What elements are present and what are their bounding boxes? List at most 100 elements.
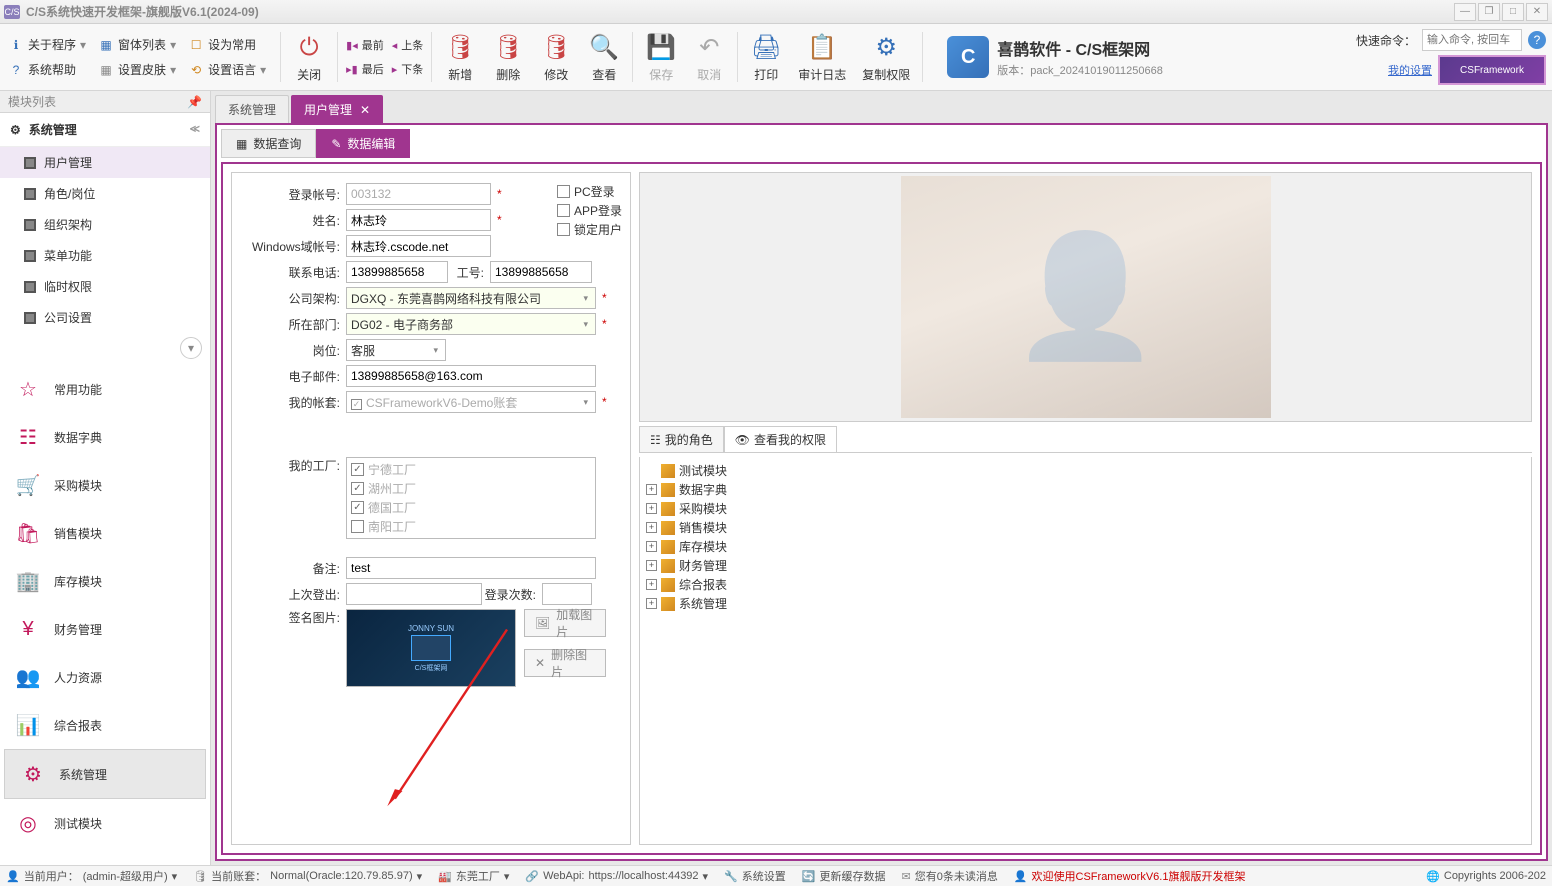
delete-image-button[interactable]: ✕删除图片 — [524, 649, 606, 677]
subtab-query[interactable]: ▦数据查询 — [221, 129, 316, 158]
expand-icon[interactable]: + — [646, 522, 657, 533]
delete-button[interactable]: 🛢删除 — [484, 30, 532, 85]
pos-select[interactable]: 客服▾ — [346, 339, 446, 361]
tab-user[interactable]: 用户管理✕ — [291, 95, 383, 123]
sidebar-big-2[interactable]: 🛒采购模块 — [0, 461, 210, 509]
language-button[interactable]: ⟲设置语言▾ — [186, 59, 268, 80]
cancel-button[interactable]: ↶取消 — [685, 30, 733, 85]
tab-view-perm[interactable]: 👁查看我的权限 — [724, 426, 837, 452]
factory-checkbox-2[interactable]: 德国工厂 — [349, 498, 593, 517]
sidebar-item-2[interactable]: 组织架构 — [0, 209, 210, 240]
login-id-input[interactable] — [346, 183, 491, 205]
lock-user-checkbox[interactable]: 锁定用户 — [557, 221, 622, 238]
tree-node-2[interactable]: +采购模块 — [644, 499, 1527, 518]
view-button[interactable]: 🔍查看 — [580, 30, 628, 85]
org-select[interactable]: DGXQ - 东莞喜鹊网络科技有限公司▾ — [346, 287, 596, 309]
factories-list[interactable]: 宁德工厂湖州工厂德国工厂南阳工厂 — [346, 457, 596, 539]
tree-node-4[interactable]: +库存模块 — [644, 537, 1527, 556]
pc-login-checkbox[interactable]: PC登录 — [557, 183, 622, 200]
sidebar-item-4[interactable]: 临时权限 — [0, 271, 210, 302]
expand-icon[interactable]: + — [646, 484, 657, 495]
close-tab-icon[interactable]: ✕ — [360, 103, 370, 117]
close-button[interactable]: ✕ — [1526, 3, 1548, 21]
sidebar-big-6[interactable]: 👥人力资源 — [0, 653, 210, 701]
status-user[interactable]: 👤当前用户：(admin-超级用户)▾ — [6, 868, 177, 884]
sidebar-big-5[interactable]: ¥财务管理 — [0, 605, 210, 653]
print-button[interactable]: 🖨打印 — [742, 30, 790, 85]
sidebar-section-system[interactable]: ⚙ 系统管理 ≪ — [0, 113, 210, 147]
remark-input[interactable] — [346, 557, 596, 579]
domain-input[interactable] — [346, 235, 491, 257]
sidebar-item-3[interactable]: 菜单功能 — [0, 240, 210, 271]
status-webapi[interactable]: 🔗WebApi:https://localhost:44392▾ — [525, 870, 708, 883]
sidebar-big-9[interactable]: ◎测试模块 — [0, 799, 210, 847]
factory-checkbox-1[interactable]: 湖州工厂 — [349, 479, 593, 498]
pin-icon[interactable]: 📌 — [187, 95, 202, 109]
expand-icon[interactable]: + — [646, 579, 657, 590]
skin-button[interactable]: ▦设置皮肤▾ — [96, 59, 178, 80]
sidebar-item-5[interactable]: 公司设置 — [0, 302, 210, 333]
copyperm-button[interactable]: ⚙复制权限 — [854, 30, 918, 85]
expand-icon[interactable]: + — [646, 598, 657, 609]
tree-node-5[interactable]: +财务管理 — [644, 556, 1527, 575]
tree-node-7[interactable]: +系统管理 — [644, 594, 1527, 613]
status-factory[interactable]: 🏭东莞工厂▾ — [438, 868, 509, 884]
close-action-button[interactable]: ⏻关闭 — [285, 30, 333, 85]
subtab-edit[interactable]: ✎数据编辑 — [316, 129, 410, 158]
sidebar-big-7[interactable]: 📊综合报表 — [0, 701, 210, 749]
add-button[interactable]: 🛢新增 — [436, 30, 484, 85]
sidebar-big-1[interactable]: ☷数据字典 — [0, 413, 210, 461]
prev-button[interactable]: ◂上条 — [392, 37, 424, 53]
name-input[interactable] — [346, 209, 491, 231]
maximize-button[interactable]: □ — [1502, 3, 1524, 21]
status-account[interactable]: 🛢当前账套：Normal(Oracle:120.79.85.97)▾ — [193, 868, 422, 884]
restore-button[interactable]: ❐ — [1478, 3, 1500, 21]
permission-tree[interactable]: 测试模块+数据字典+采购模块+销售模块+库存模块+财务管理+综合报表+系统管理 — [639, 457, 1532, 845]
sidebar-big-3[interactable]: 🛍销售模块 — [0, 509, 210, 557]
tree-node-1[interactable]: +数据字典 — [644, 480, 1527, 499]
expand-icon[interactable]: + — [646, 503, 657, 514]
modify-button[interactable]: 🛢修改 — [532, 30, 580, 85]
my-settings-link[interactable]: 我的设置 — [1388, 62, 1432, 78]
expand-icon[interactable]: + — [646, 541, 657, 552]
myacct-select[interactable]: ✓CSFrameworkV6-Demo账套▾ — [346, 391, 596, 413]
tree-node-0[interactable]: 测试模块 — [644, 461, 1527, 480]
tree-node-3[interactable]: +销售模块 — [644, 518, 1527, 537]
workno-input[interactable] — [490, 261, 592, 283]
quick-cmd-input[interactable] — [1422, 29, 1522, 51]
phone-input[interactable] — [346, 261, 448, 283]
tree-node-6[interactable]: +综合报表 — [644, 575, 1527, 594]
sidebar-big-0[interactable]: ☆常用功能 — [0, 365, 210, 413]
factory-checkbox-3[interactable]: 南阳工厂 — [349, 517, 593, 536]
set-common-button[interactable]: ☐设为常用 — [186, 34, 268, 55]
about-button[interactable]: ℹ关于程序▾ — [6, 34, 88, 55]
window-list-button[interactable]: ▦窗体列表▾ — [96, 34, 178, 55]
tab-system[interactable]: 系统管理 — [215, 95, 289, 123]
last-button[interactable]: ▸▮最后 — [346, 61, 384, 77]
help-circle-icon[interactable]: ? — [1528, 31, 1546, 49]
lastlogin-input[interactable] — [346, 583, 482, 605]
sidebar-big-8[interactable]: ⚙系统管理 — [4, 749, 206, 799]
help-button[interactable]: ?系统帮助 — [6, 59, 88, 80]
load-image-button[interactable]: 🖼加载图片 — [524, 609, 606, 637]
status-settings[interactable]: 🔧系统设置 — [724, 868, 786, 884]
sidebar-item-0[interactable]: 用户管理 — [0, 147, 210, 178]
email-input[interactable] — [346, 365, 596, 387]
status-unread[interactable]: ✉您有0条未读消息 — [901, 868, 997, 884]
expand-toggle-button[interactable]: ▾ — [180, 337, 202, 359]
first-button[interactable]: ▮◂最前 — [346, 37, 384, 53]
expand-icon[interactable]: + — [646, 560, 657, 571]
sidebar-item-1[interactable]: 角色/岗位 — [0, 178, 210, 209]
audit-button[interactable]: 📋审计日志 — [790, 30, 854, 85]
dept-select[interactable]: DG02 - 电子商务部▾ — [346, 313, 596, 335]
logincount-input[interactable] — [542, 583, 592, 605]
factory-checkbox-0[interactable]: 宁德工厂 — [349, 460, 593, 479]
minimize-button[interactable]: — — [1454, 3, 1476, 21]
tab-my-roles[interactable]: ☷我的角色 — [639, 426, 724, 452]
next-button[interactable]: ▸下条 — [392, 61, 424, 77]
save-button[interactable]: 💾保存 — [637, 30, 685, 85]
sidebar-big-4[interactable]: 🏢库存模块 — [0, 557, 210, 605]
status-refresh[interactable]: 🔄更新缓存数据 — [802, 868, 886, 884]
app-login-checkbox[interactable]: APP登录 — [557, 202, 622, 219]
sidebar: 模块列表 📌 ⚙ 系统管理 ≪ 用户管理角色/岗位组织架构菜单功能临时权限公司设… — [0, 91, 211, 865]
